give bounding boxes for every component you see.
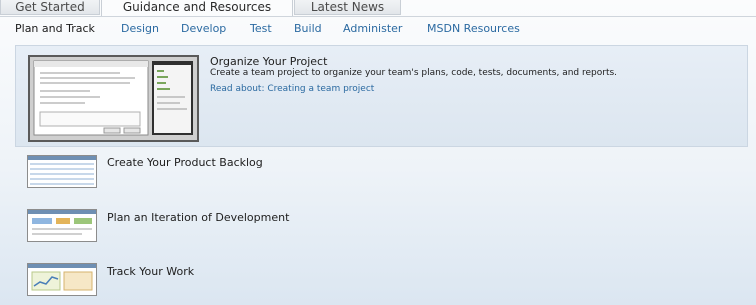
- featured-item-link[interactable]: Read about: Creating a team project: [210, 84, 374, 94]
- tab-divider: [0, 16, 756, 17]
- list-item-title-backlog[interactable]: Create Your Product Backlog: [107, 156, 263, 169]
- subnav-msdn-resources[interactable]: MSDN Resources: [427, 22, 520, 35]
- iteration-thumbnail-art: [28, 210, 96, 235]
- track-thumbnail: [27, 263, 97, 296]
- backlog-thumbnail: [27, 155, 97, 188]
- subnav-administer[interactable]: Administer: [343, 22, 402, 35]
- subnav-design[interactable]: Design: [121, 22, 159, 35]
- screenshot-thumbnail-art: [30, 57, 197, 140]
- list-item-title-track[interactable]: Track Your Work: [107, 265, 194, 278]
- subnav-plan-and-track[interactable]: Plan and Track: [15, 22, 95, 35]
- track-thumbnail-art: [28, 264, 96, 291]
- tab-bar: Get Started Guidance and Resources Lates…: [0, 0, 756, 17]
- list-item-title-iteration[interactable]: Plan an Iteration of Development: [107, 211, 289, 224]
- sub-navigation: Plan and Track Design Develop Test Build…: [0, 22, 756, 38]
- featured-item-card[interactable]: Organize Your Project Create a team proj…: [15, 45, 748, 147]
- backlog-thumbnail-art: [28, 156, 96, 185]
- subnav-build[interactable]: Build: [294, 22, 322, 35]
- subnav-test[interactable]: Test: [250, 22, 272, 35]
- tab-latest-news[interactable]: Latest News: [294, 0, 401, 15]
- featured-item-description: Create a team project to organize your t…: [210, 68, 618, 78]
- tab-get-started[interactable]: Get Started: [0, 0, 100, 15]
- iteration-thumbnail: [27, 209, 97, 242]
- featured-thumbnail: [28, 55, 199, 142]
- subnav-develop[interactable]: Develop: [181, 22, 226, 35]
- tab-guidance-and-resources[interactable]: Guidance and Resources: [101, 0, 293, 17]
- featured-item-title[interactable]: Organize Your Project: [210, 55, 327, 68]
